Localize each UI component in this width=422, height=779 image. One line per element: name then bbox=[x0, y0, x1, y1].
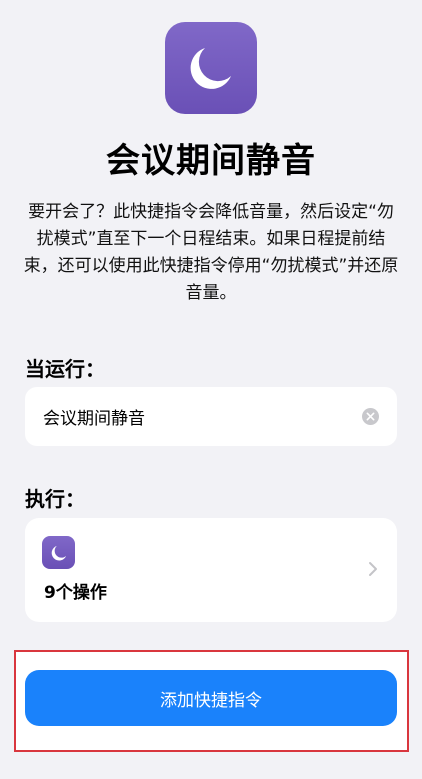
action-count: 9个操作 bbox=[44, 583, 107, 603]
trigger-input-field[interactable]: 会议期间静音 bbox=[25, 387, 397, 446]
trigger-label: 当运行： bbox=[25, 357, 105, 381]
action-shortcut-icon bbox=[42, 536, 75, 569]
trigger-input-value[interactable]: 会议期间静音 bbox=[43, 404, 362, 429]
clear-icon[interactable] bbox=[362, 408, 379, 425]
moon-icon bbox=[51, 545, 66, 560]
shortcut-description: 要开会了？此快捷指令会降低音量，然后设定“勿扰模式”直至下一个日程结束。如果日程… bbox=[23, 202, 399, 303]
shortcut-title: 会议期间静音 bbox=[106, 141, 316, 181]
add-shortcut-button[interactable]: 添加快捷指令 bbox=[25, 670, 397, 726]
action-card[interactable]: 9个操作 bbox=[25, 518, 397, 622]
shortcut-app-icon bbox=[165, 22, 257, 114]
moon-icon bbox=[190, 48, 231, 89]
action-label: 执行： bbox=[25, 487, 85, 511]
close-icon bbox=[366, 412, 375, 421]
chevron-right-icon[interactable] bbox=[367, 560, 379, 578]
